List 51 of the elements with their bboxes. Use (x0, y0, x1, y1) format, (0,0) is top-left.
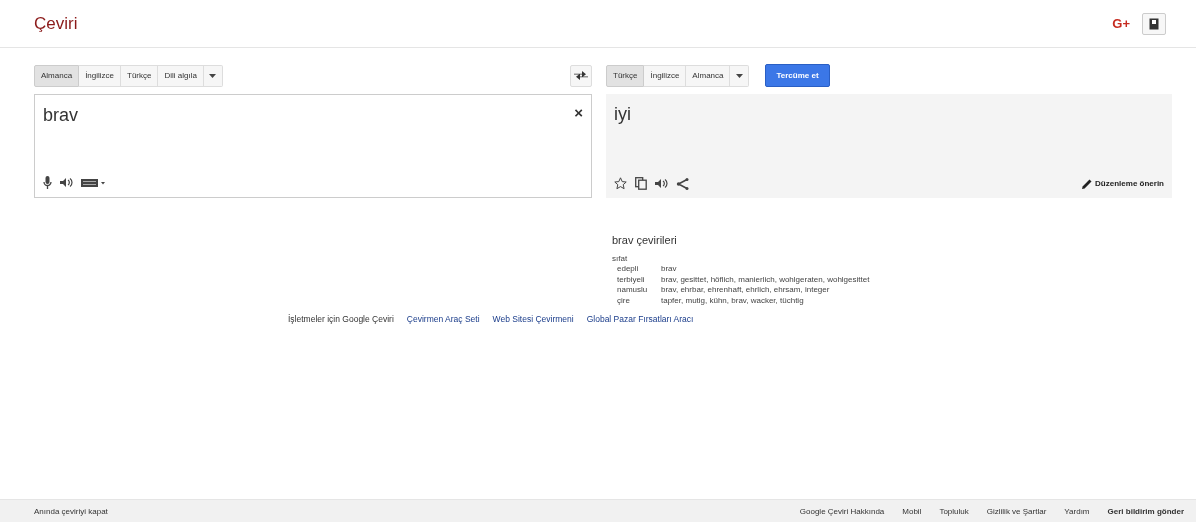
source-text: brav (43, 105, 78, 126)
clear-button[interactable]: × (574, 105, 583, 120)
google-plus-link[interactable]: G+ (1112, 16, 1130, 31)
footer-link[interactable]: Anında çeviriyi kapat (34, 506, 108, 516)
caret-icon (209, 73, 217, 78)
star-icon[interactable] (614, 177, 627, 190)
page-title: Çeviri (34, 13, 78, 34)
keyboard-icon[interactable] (81, 178, 105, 187)
dictionary-translations: brav, ehrbar, ehrenhaft, ehrlich, ehrsam, integer (661, 285, 830, 296)
language-tab[interactable]: Türkçe (606, 64, 645, 87)
speaker-icon[interactable] (655, 178, 668, 189)
dictionary-translations: tapfer, mutig, kühn, brav, wacker, tüchtig (661, 295, 804, 306)
dictionary-word[interactable]: namuslu (617, 285, 661, 296)
caret-icon (736, 73, 743, 78)
language-tab[interactable]: İngilizce (79, 64, 122, 87)
dictionary-word[interactable]: terbiyeli (617, 274, 661, 285)
language-tab[interactable]: İngilizce (644, 64, 687, 87)
promo-link[interactable]: Çevirmen Araç Seti (406, 314, 480, 324)
share-icon[interactable] (676, 177, 689, 190)
language-tab[interactable]: Dili algıla (158, 64, 204, 87)
pencil-icon (1082, 178, 1093, 189)
language-tab[interactable]: Türkçe (121, 64, 159, 87)
footer-link[interactable]: Geri bildirim gönder (1107, 506, 1184, 516)
bookmark-button[interactable] (1142, 12, 1166, 35)
swap-languages-button[interactable] (570, 64, 592, 87)
footer-link[interactable]: Yardım (1064, 506, 1090, 516)
promo-text: İşletmeler için Google Çeviri (288, 314, 394, 324)
suggest-edit-link[interactable]: Düzenleme önerin (1082, 178, 1164, 189)
dictionary-translations: brav, gesittet, höflich, manierlich, wohlgeraten, wohlgesittet (661, 274, 870, 285)
footer-link[interactable]: Google Çeviri Hakkında (799, 506, 885, 516)
microphone-icon[interactable] (43, 176, 52, 189)
bookmark-icon (1149, 17, 1159, 30)
footer-link[interactable]: Gizlilik ve Şartlar (986, 506, 1047, 516)
dictionary-title: brav çevirileri (612, 234, 678, 246)
part-of-speech: sıfat (612, 254, 629, 263)
language-dropdown[interactable] (730, 64, 750, 87)
promo-link[interactable]: Web Sitesi Çevirmeni (492, 314, 574, 324)
dictionary-word[interactable]: edepli (617, 264, 661, 275)
language-tab[interactable]: Almanca (686, 64, 731, 87)
dictionary-word[interactable]: çire (617, 295, 661, 306)
translate-button[interactable]: Tercüme et (765, 64, 830, 87)
translation-text: iyi (614, 104, 632, 125)
language-tab[interactable]: Almanca (34, 64, 80, 87)
language-dropdown[interactable] (203, 64, 223, 87)
speaker-icon[interactable] (60, 177, 73, 188)
footer-link[interactable]: Mobil (902, 506, 922, 516)
dictionary-translations: brav (661, 264, 677, 275)
promo-link[interactable]: Global Pazar Fırsatları Aracı (586, 314, 694, 324)
swap-icon (574, 70, 588, 81)
footer-link[interactable]: Topluluk (939, 506, 969, 516)
copy-icon[interactable] (635, 177, 647, 190)
